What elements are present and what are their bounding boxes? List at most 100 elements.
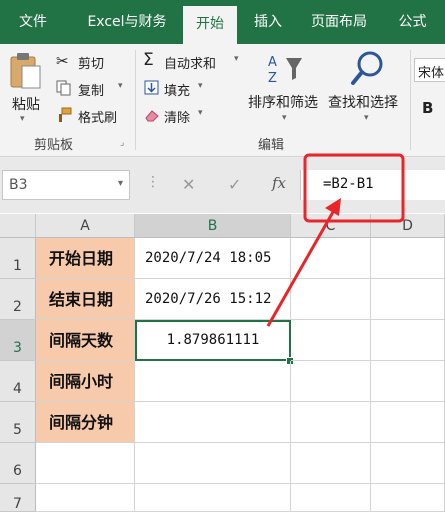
edit-group-label: 编辑	[258, 138, 285, 153]
cell-d5[interactable]	[371, 402, 445, 443]
enter-icon[interactable]: ✓	[228, 175, 241, 194]
row-header-4[interactable]: 4	[0, 361, 36, 402]
formula-input[interactable]: =B2-B1	[300, 170, 445, 200]
row-header-1[interactable]: 1	[0, 238, 36, 279]
chevron-down-icon: ▾	[282, 113, 287, 123]
tab-insert[interactable]: 插入	[240, 0, 296, 44]
cell-b2[interactable]: 2020/7/26 15:12	[135, 279, 291, 320]
cell-b3-selected[interactable]: 1.879861111	[135, 320, 291, 361]
chevron-down-icon: ▾	[198, 81, 203, 91]
format-painter-button[interactable]: 格式刷	[54, 106, 130, 126]
copy-button[interactable]: 复制 ▾	[54, 79, 130, 99]
paste-button[interactable]: 粘贴 ▾	[6, 50, 46, 130]
autosum-button[interactable]: Σ 自动求和 ▾	[142, 50, 246, 72]
sigma-icon: Σ	[143, 50, 154, 70]
cell-d2[interactable]	[371, 279, 445, 320]
cell-b7[interactable]	[135, 484, 291, 512]
cell-a4[interactable]: 间隔小时	[36, 361, 135, 402]
name-box-value: B3	[9, 177, 28, 193]
cell-d1[interactable]	[371, 238, 445, 279]
formula-value: =B2-B1	[323, 176, 374, 192]
paste-label: 粘贴	[12, 97, 40, 113]
chevron-down-icon[interactable]: ▾	[20, 114, 25, 124]
cut-label: 剪切	[78, 57, 105, 72]
cell-a6[interactable]	[36, 443, 135, 484]
fill-down-icon	[144, 80, 159, 95]
copy-icon	[56, 80, 71, 96]
spreadsheet-grid: A B C D 1 2 3 4 5 6 7 开始日期 结束日期 间隔天数 间隔小…	[0, 214, 445, 512]
select-all-corner[interactable]	[0, 214, 36, 238]
insert-function-icon[interactable]: fx	[272, 174, 286, 192]
cell-c1[interactable]	[291, 238, 371, 279]
font-name-value: 宋体	[418, 66, 445, 81]
find-select-label: 查找和选择	[328, 95, 398, 111]
dialog-launcher-icon[interactable]: ⌟	[120, 138, 124, 148]
font-name-box[interactable]: 宋体	[414, 58, 445, 82]
column-header-c[interactable]: C	[291, 214, 371, 238]
ribbon-tab-bar: 文件 Excel与财务 开始 插入 页面布局 公式	[0, 0, 445, 44]
cell-a1[interactable]: 开始日期	[36, 238, 135, 279]
cell-a7[interactable]	[36, 484, 135, 512]
drag-handle-icon[interactable]: ⋮	[146, 175, 160, 189]
tab-excel-finance[interactable]: Excel与财务	[72, 0, 182, 44]
column-header-d[interactable]: D	[371, 214, 445, 238]
svg-text:Z: Z	[268, 71, 277, 86]
chevron-down-icon[interactable]: ▾	[118, 178, 123, 189]
cell-c6[interactable]	[291, 443, 371, 484]
autosum-label: 自动求和	[164, 57, 217, 72]
cell-d7[interactable]	[371, 484, 445, 512]
row-header-2[interactable]: 2	[0, 279, 36, 320]
cancel-icon[interactable]: ✕	[182, 175, 195, 194]
eraser-icon	[145, 110, 159, 122]
cell-a2[interactable]: 结束日期	[36, 279, 135, 320]
clear-button[interactable]: 清除 ▾	[142, 106, 222, 126]
cell-c7[interactable]	[291, 484, 371, 512]
bold-button[interactable]: B	[422, 99, 433, 117]
clipboard-icon	[10, 53, 41, 89]
tab-formulas[interactable]: 公式	[385, 0, 440, 44]
cell-c3[interactable]	[291, 320, 371, 361]
row-header-5[interactable]: 5	[0, 402, 36, 443]
row-header-6[interactable]: 6	[0, 443, 36, 484]
group-divider	[135, 50, 136, 150]
cell-d4[interactable]	[371, 361, 445, 402]
clear-label: 清除	[164, 111, 191, 126]
cell-b1[interactable]: 2020/7/24 18:05	[135, 238, 291, 279]
cell-b5[interactable]	[135, 402, 291, 443]
cell-c2[interactable]	[291, 279, 371, 320]
group-divider	[410, 50, 411, 150]
cut-button[interactable]: ✂ 剪切	[54, 52, 130, 72]
tab-page-layout[interactable]: 页面布局	[300, 0, 378, 44]
chevron-down-icon: ▾	[118, 81, 123, 91]
chevron-down-icon: ▾	[198, 108, 203, 118]
copy-label: 复制	[78, 84, 105, 99]
sort-filter-icon: A Z	[268, 55, 302, 86]
chevron-down-icon: ▾	[364, 113, 369, 123]
clipboard-group-label: 剪贴板	[34, 138, 74, 153]
cell-d3[interactable]	[371, 320, 445, 361]
cell-a5[interactable]: 间隔分钟	[36, 402, 135, 443]
row-header-3[interactable]: 3	[0, 320, 36, 361]
format-painter-label: 格式刷	[78, 111, 118, 126]
cell-b4[interactable]	[135, 361, 291, 402]
sort-filter-label: 排序和筛选	[248, 95, 318, 111]
cell-c5[interactable]	[291, 402, 371, 443]
cell-a3[interactable]: 间隔天数	[36, 320, 135, 361]
tab-home[interactable]: 开始	[183, 6, 237, 44]
scissors-icon: ✂	[56, 52, 69, 70]
column-header-b[interactable]: B	[135, 214, 291, 238]
column-header-a[interactable]: A	[36, 214, 135, 238]
find-select-button[interactable]: 查找和选择 ▾	[326, 50, 408, 130]
paintbrush-icon	[59, 107, 72, 122]
cell-b6[interactable]	[135, 443, 291, 484]
tab-file[interactable]: 文件	[0, 0, 66, 44]
sort-filter-button[interactable]: A Z 排序和筛选 ▾	[246, 50, 326, 130]
row-header-7[interactable]: 7	[0, 484, 36, 512]
name-box[interactable]: B3 ▾	[2, 170, 130, 200]
cell-c4[interactable]	[291, 361, 371, 402]
fill-button[interactable]: 填充 ▾	[142, 79, 222, 99]
chevron-down-icon: ▾	[234, 54, 239, 64]
magnifier-icon	[351, 51, 383, 85]
svg-text:A: A	[268, 55, 277, 70]
cell-d6[interactable]	[371, 443, 445, 484]
